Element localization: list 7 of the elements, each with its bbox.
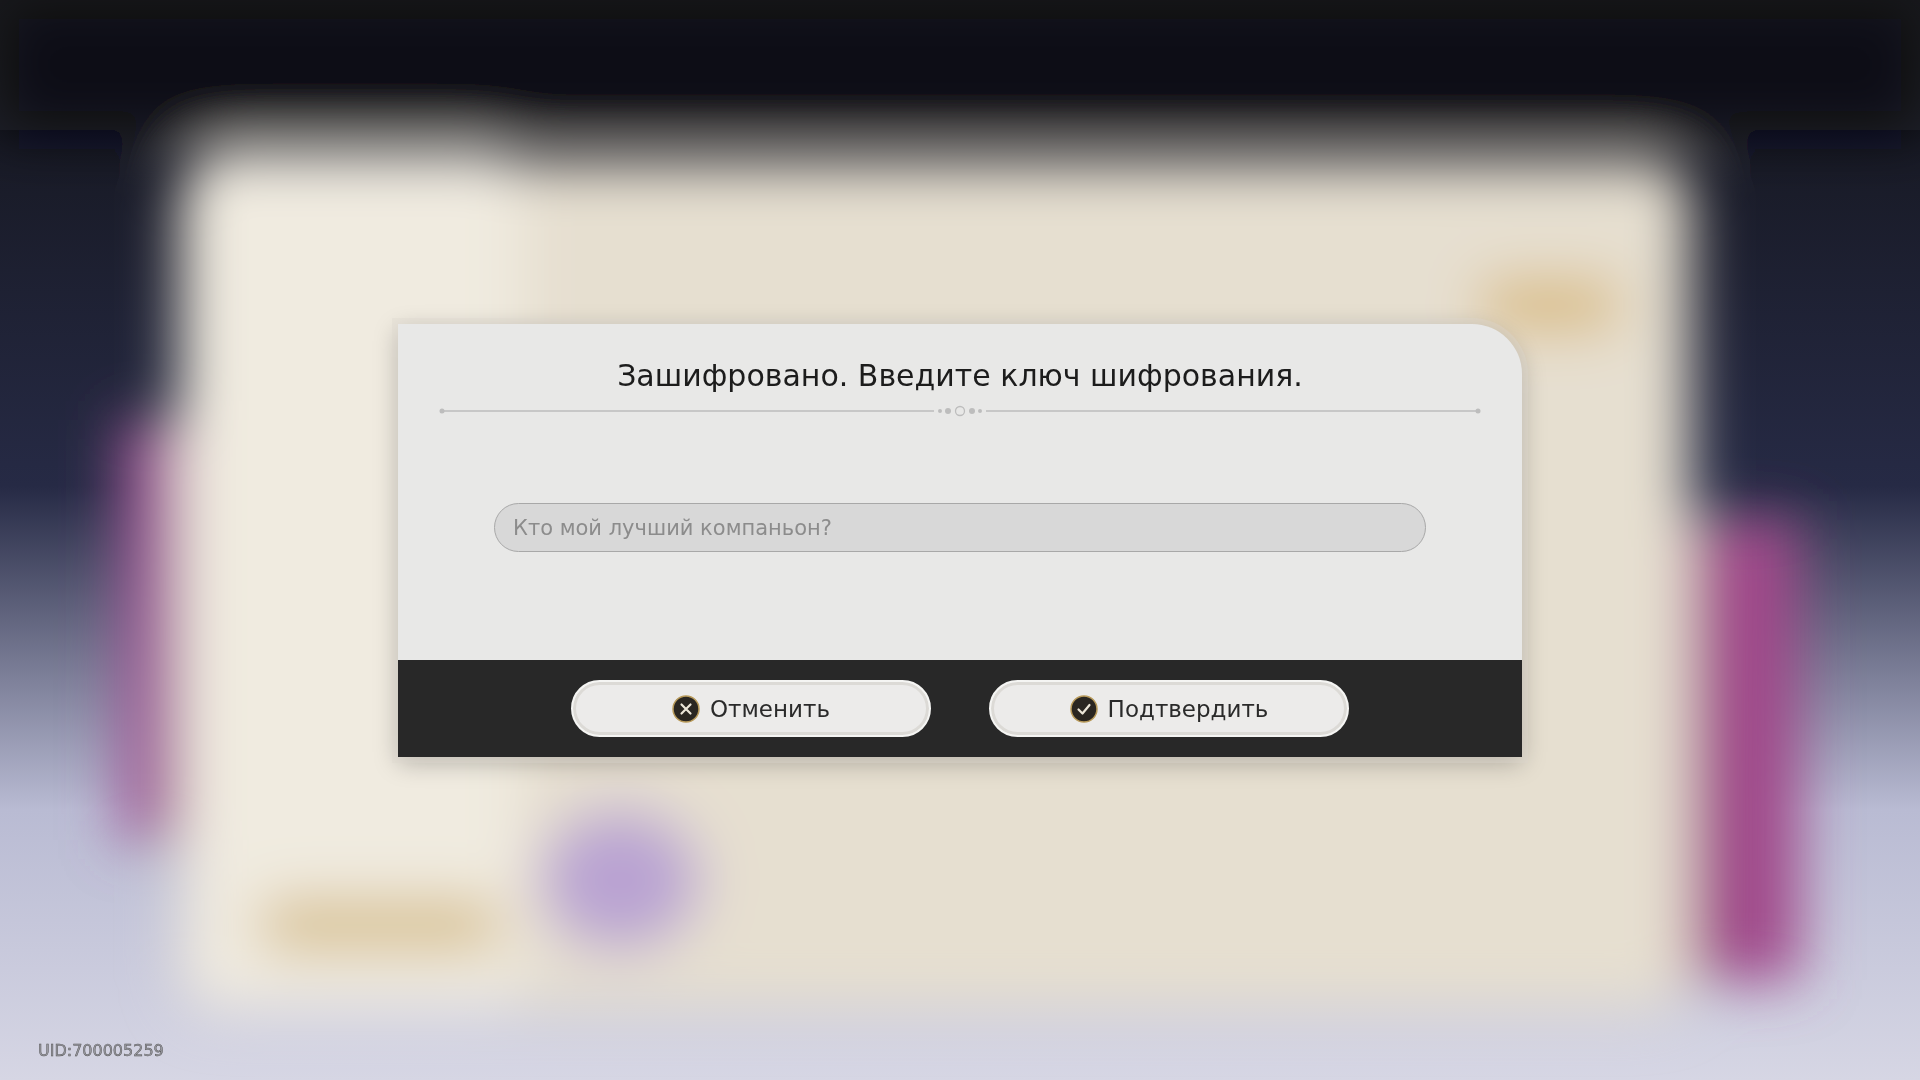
- dialog-title: Зашифровано. Введите ключ шифрования.: [617, 358, 1303, 393]
- uid-label: UID:700005259: [38, 1041, 164, 1060]
- key-input-field[interactable]: Кто мой лучший компаньон?: [494, 503, 1426, 552]
- close-icon: [672, 694, 700, 723]
- cancel-button[interactable]: Отменить: [571, 680, 931, 737]
- confirm-button[interactable]: Подтвердить: [989, 680, 1349, 737]
- check-icon: [1069, 694, 1098, 723]
